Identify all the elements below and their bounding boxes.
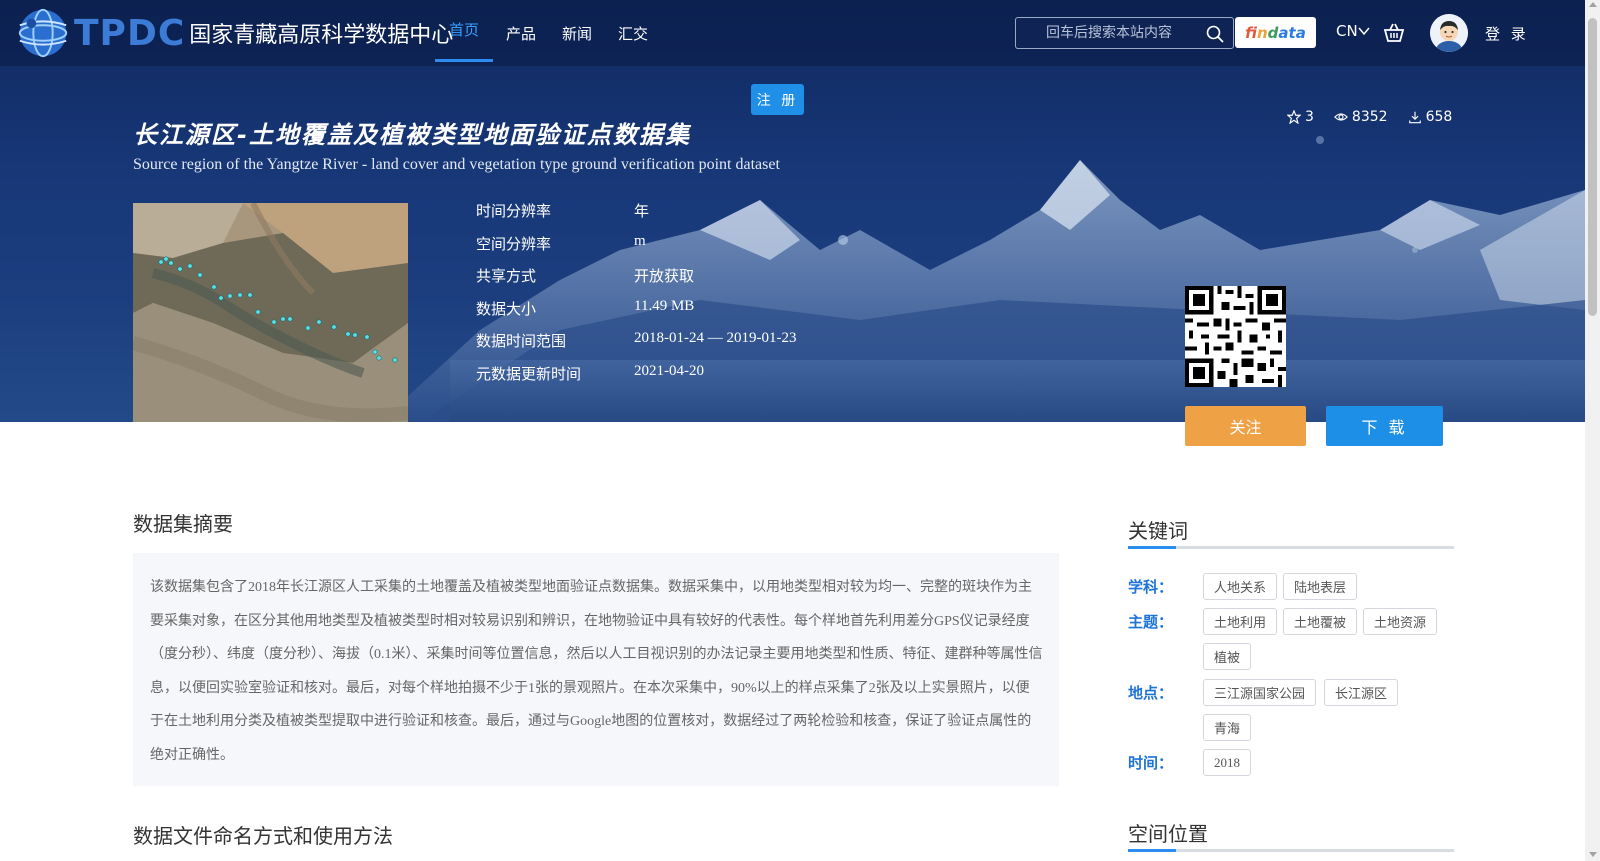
eye-icon <box>1333 113 1348 121</box>
avatar[interactable] <box>1430 14 1468 52</box>
keyword-label-place: 地点： <box>1128 684 1174 702</box>
nav-submit[interactable]: 汇交 <box>605 0 661 66</box>
meta-row-sharing: 共享方式 开放获取 <box>476 265 694 285</box>
keyword-tag[interactable]: 土地覆被 <box>1283 608 1358 635</box>
dataset-title-en: Source region of the Yangtze River - lan… <box>133 156 780 173</box>
findata-part: ata <box>1278 23 1306 42</box>
nav-news[interactable]: 新闻 <box>549 0 605 66</box>
spatial-heading: 空间位置 <box>1128 822 1208 846</box>
register-button[interactable]: 注 册 <box>751 84 804 115</box>
login-link[interactable]: 登 录 <box>1485 23 1529 44</box>
logo-text: TPDC <box>74 12 186 54</box>
qr-code <box>1185 286 1286 387</box>
meta-row-data-size: 数据大小 11.49 MB <box>476 298 694 318</box>
keyword-tag[interactable]: 土地资源 <box>1363 608 1438 635</box>
keyword-tag[interactable]: 青海 <box>1203 714 1252 741</box>
keywords-heading: 关键词 <box>1128 519 1188 543</box>
meta-row-spatial-resolution: 空间分辨率 m <box>476 233 646 253</box>
keyword-label-time: 时间： <box>1128 754 1174 772</box>
star-icon <box>1287 110 1301 124</box>
filename-heading: 数据文件命名方式和使用方法 <box>133 824 393 848</box>
star-stat[interactable]: 3 <box>1287 109 1314 125</box>
globe-logo-icon <box>18 8 68 58</box>
meta-value: 11.49 MB <box>634 298 695 314</box>
download-icon <box>1408 111 1421 124</box>
keyword-tag[interactable]: 三江源国家公园 <box>1203 679 1317 706</box>
chevron-down-icon <box>1358 27 1370 36</box>
view-count: 8352 <box>1351 109 1388 125</box>
findata-part: fi <box>1245 23 1257 42</box>
abstract-text: 该数据集包含了2018年长江源区人工采集的土地覆盖及植被类型地面验证点数据集。数… <box>150 580 1043 763</box>
meta-key: 空间分辨率 <box>476 235 552 253</box>
keyword-tag[interactable]: 土地利用 <box>1203 608 1278 635</box>
keywords-divider <box>1128 546 1454 549</box>
abstract-heading: 数据集摘要 <box>133 512 233 536</box>
view-stat: 8352 <box>1333 109 1388 125</box>
meta-row-time-resolution: 时间分辨率 年 <box>476 200 649 220</box>
qr-code-image <box>1185 286 1286 387</box>
keyword-tag[interactable]: 长江源区 <box>1324 679 1399 706</box>
page-scrollbar[interactable] <box>1585 0 1600 861</box>
search-box <box>1015 17 1234 49</box>
meta-key: 时间分辨率 <box>476 202 552 220</box>
keyword-tag[interactable]: 陆地表层 <box>1283 573 1358 600</box>
keyword-label-theme: 主题： <box>1128 613 1174 631</box>
top-navigation-bar: TPDC 国家青藏高原科学数据中心 首页 产品 新闻 汇交 findata CN <box>0 0 1585 66</box>
spatial-divider <box>1128 849 1454 852</box>
language-label: CN <box>1336 22 1358 40</box>
keyword-tag[interactable]: 人地关系 <box>1203 573 1278 600</box>
meta-key: 元数据更新时间 <box>476 365 582 383</box>
user-avatar-icon <box>1430 14 1468 52</box>
site-name: 国家青藏高原科学数据中心 <box>189 23 454 48</box>
meta-value: 2018-01-24 — 2019-01-23 <box>634 330 797 346</box>
scroll-down-arrow-icon[interactable] <box>1589 852 1597 857</box>
nav-products[interactable]: 产品 <box>493 0 549 66</box>
meta-value: 2021-04-20 <box>634 363 704 379</box>
search-input[interactable] <box>1016 18 1206 48</box>
download-count: 658 <box>1425 109 1453 125</box>
satellite-map-image <box>133 203 408 422</box>
meta-row-time-range: 数据时间范围 2018-01-24 — 2019-01-23 <box>476 330 796 350</box>
meta-value: m <box>634 233 646 249</box>
star-count: 3 <box>1305 109 1314 125</box>
dataset-title-cn: 长江源区-土地覆盖及植被类型地面验证点数据集 <box>133 121 691 149</box>
follow-button[interactable]: 关注 <box>1185 406 1306 446</box>
findata-part: d <box>1267 23 1279 42</box>
meta-row-updated: 元数据更新时间 2021-04-20 <box>476 363 704 383</box>
scroll-thumb[interactable] <box>1588 18 1597 316</box>
scroll-up-arrow-icon[interactable] <box>1589 2 1597 7</box>
download-button[interactable]: 下 载 <box>1326 406 1443 446</box>
dataset-thumbnail[interactable] <box>133 203 408 422</box>
main-nav: 首页 产品 新闻 汇交 <box>435 0 661 66</box>
site-logo[interactable]: TPDC 国家青藏高原科学数据中心 <box>14 2 453 64</box>
nav-home[interactable]: 首页 <box>435 0 494 62</box>
meta-key: 数据大小 <box>476 300 537 318</box>
keyword-tag[interactable]: 2018 <box>1203 749 1251 776</box>
meta-value: 年 <box>634 204 650 220</box>
meta-key: 数据时间范围 <box>476 332 567 350</box>
meta-key: 共享方式 <box>476 267 537 285</box>
search-icon[interactable] <box>1205 24 1225 44</box>
findata-button[interactable]: fi n d ata <box>1235 17 1316 48</box>
dataset-stats: 3 8352 658 <box>1287 109 1452 125</box>
language-switch[interactable]: CN <box>1336 22 1370 40</box>
keyword-label-subject: 学科： <box>1128 578 1174 596</box>
abstract-box: 该数据集包含了2018年长江源区人工采集的土地覆盖及植被类型地面验证点数据集。数… <box>133 553 1059 786</box>
cart-icon[interactable] <box>1383 22 1405 44</box>
download-stat: 658 <box>1408 109 1453 125</box>
meta-value: 开放获取 <box>634 267 695 285</box>
keyword-tag[interactable]: 植被 <box>1203 643 1252 670</box>
findata-part: n <box>1256 23 1268 42</box>
